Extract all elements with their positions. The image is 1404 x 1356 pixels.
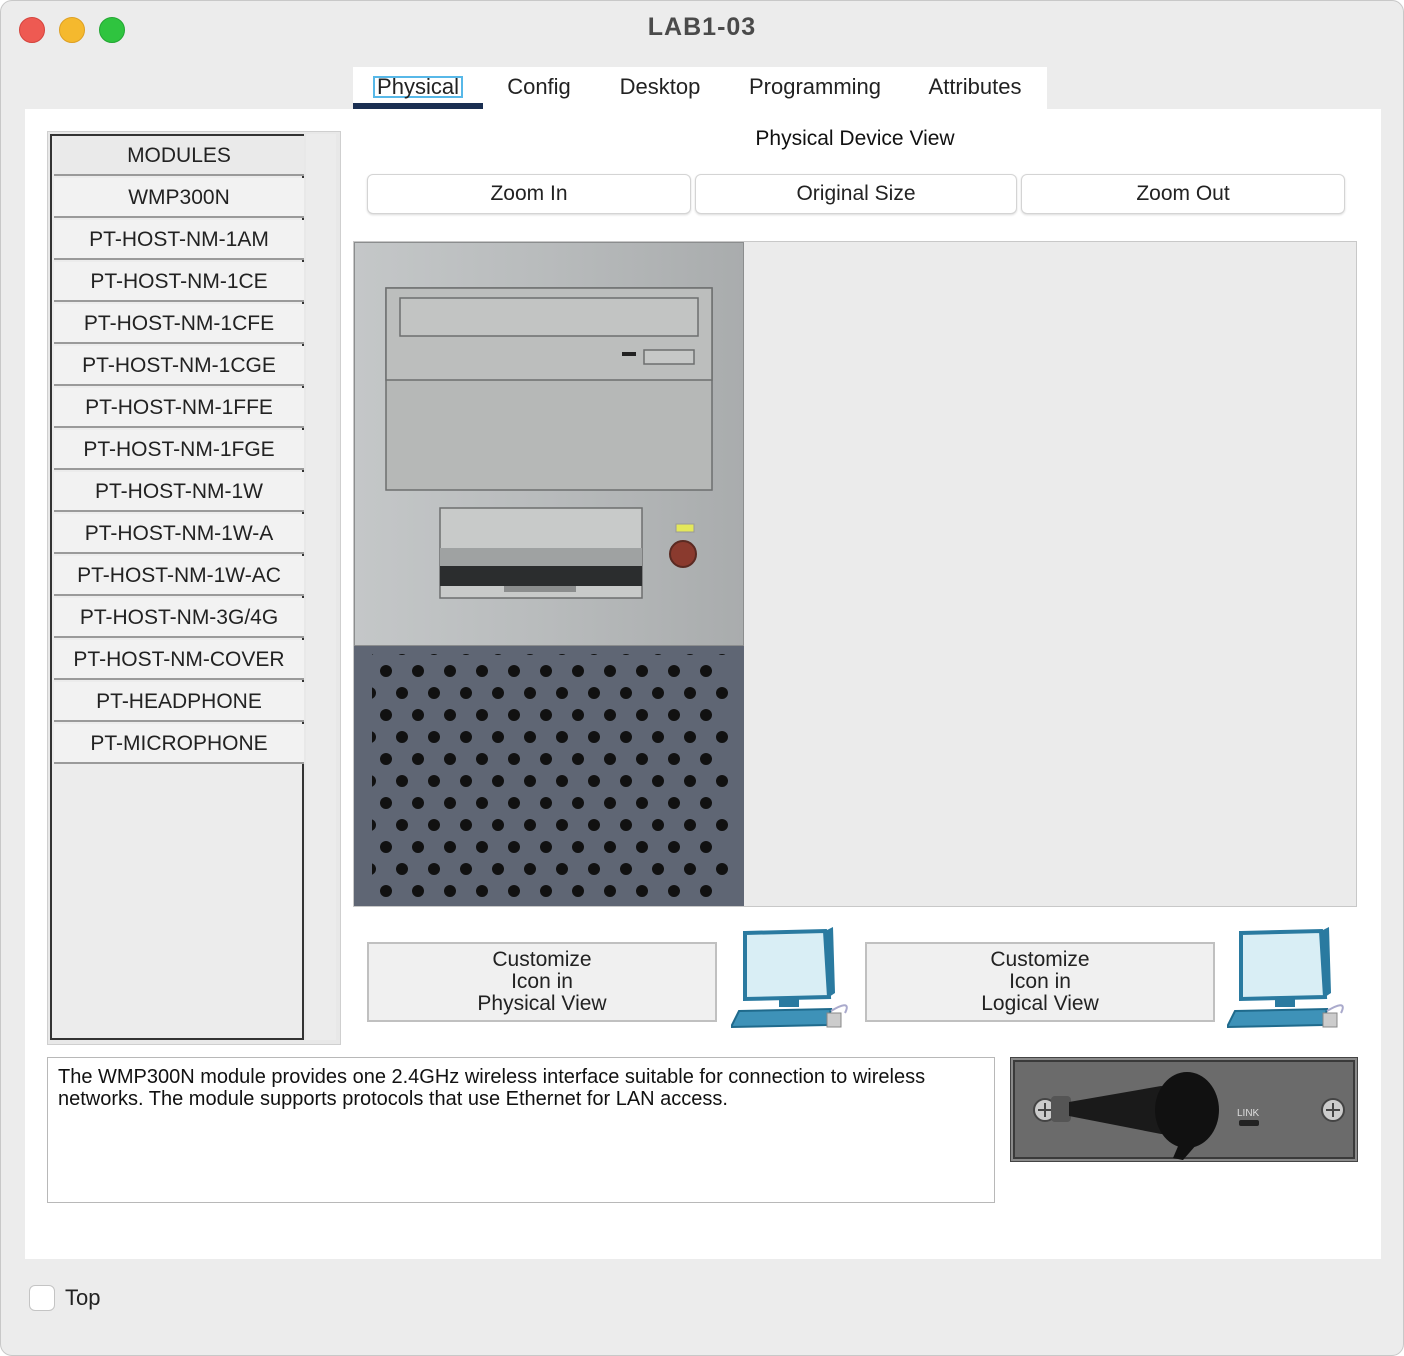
module-panel: MODULES WMP300N PT-HOST-NM-1AM PT-HOST-N… [47,131,341,1045]
tab-bar: Physical Config Desktop Programming Attr… [353,67,1047,109]
top-label: Top [65,1285,101,1310]
module-item-pt-host-nm-1ce[interactable]: PT-HOST-NM-1CE [54,262,304,302]
link-label: LINK [1237,1108,1260,1119]
pc-icon [731,927,848,1029]
module-item-pt-headphone[interactable]: PT-HEADPHONE [54,682,304,722]
top-checkbox[interactable] [29,1285,55,1311]
module-item-pt-host-nm-1w-ac[interactable]: PT-HOST-NM-1W-AC [54,556,304,596]
module-list: MODULES WMP300N PT-HOST-NM-1AM PT-HOST-N… [50,134,304,1040]
module-item-pt-microphone[interactable]: PT-MICROPHONE [54,724,304,764]
device-window: LAB1-03 Physical Config Desktop Programm… [0,0,1404,1356]
module-item-pt-host-nm-1ffe[interactable]: PT-HOST-NM-1FFE [54,388,304,428]
wireless-module-image: LINK [1010,1057,1358,1162]
module-description: The WMP300N module provides one 2.4GHz w… [47,1057,995,1203]
module-item-wmp300n[interactable]: WMP300N [54,178,304,218]
customize-physical-line-2: Icon in [511,970,573,993]
wireless-module-icon: LINK [1013,1060,1355,1160]
zoom-in-button[interactable]: Zoom In [367,174,691,214]
tab-physical-label: Physical [373,76,463,98]
module-item-pt-host-nm-1fge[interactable]: PT-HOST-NM-1FGE [54,430,304,470]
tab-attributes[interactable]: Attributes [915,67,1035,109]
tab-desktop[interactable]: Desktop [603,67,717,109]
module-item-pt-host-nm-cover[interactable]: PT-HOST-NM-COVER [54,640,304,680]
customize-logical-icon-button[interactable]: Customize Icon in Logical View [865,942,1215,1022]
customize-physical-line-3: Physical View [477,992,607,1015]
customize-logical-line-2: Icon in [1009,970,1071,993]
module-item-pt-host-nm-1w-a[interactable]: PT-HOST-NM-1W-A [54,514,304,554]
zoom-out-button[interactable]: Zoom Out [1021,174,1345,214]
module-list-scrollbar[interactable] [306,134,336,1040]
customize-physical-line-1: Customize [492,948,592,971]
module-item-pt-host-nm-1am[interactable]: PT-HOST-NM-1AM [54,220,304,260]
pc-tower-image[interactable] [354,242,744,906]
original-size-button[interactable]: Original Size [695,174,1017,214]
tab-config[interactable]: Config [493,67,585,109]
title-bar: LAB1-03 [1,1,1403,57]
module-item-pt-host-nm-1w[interactable]: PT-HOST-NM-1W [54,472,304,512]
physical-device-view-title: Physical Device View [755,127,955,150]
physical-device-view[interactable] [353,241,1357,907]
tab-programming[interactable]: Programming [737,67,893,109]
physical-tab-content: MODULES WMP300N PT-HOST-NM-1AM PT-HOST-N… [25,109,1381,1259]
tab-physical[interactable]: Physical [353,67,483,109]
customize-logical-line-1: Customize [990,948,1090,971]
module-item-pt-host-nm-1cfe[interactable]: PT-HOST-NM-1CFE [54,304,304,344]
pc-icon [1227,927,1344,1029]
modules-header: MODULES [54,136,304,176]
window-title: LAB1-03 [647,13,757,41]
module-item-pt-host-nm-1cge[interactable]: PT-HOST-NM-1CGE [54,346,304,386]
module-item-pt-host-nm-3g4g[interactable]: PT-HOST-NM-3G/4G [54,598,304,638]
customize-logical-line-3: Logical View [981,992,1099,1015]
customize-physical-icon-button[interactable]: Customize Icon in Physical View [367,942,717,1022]
